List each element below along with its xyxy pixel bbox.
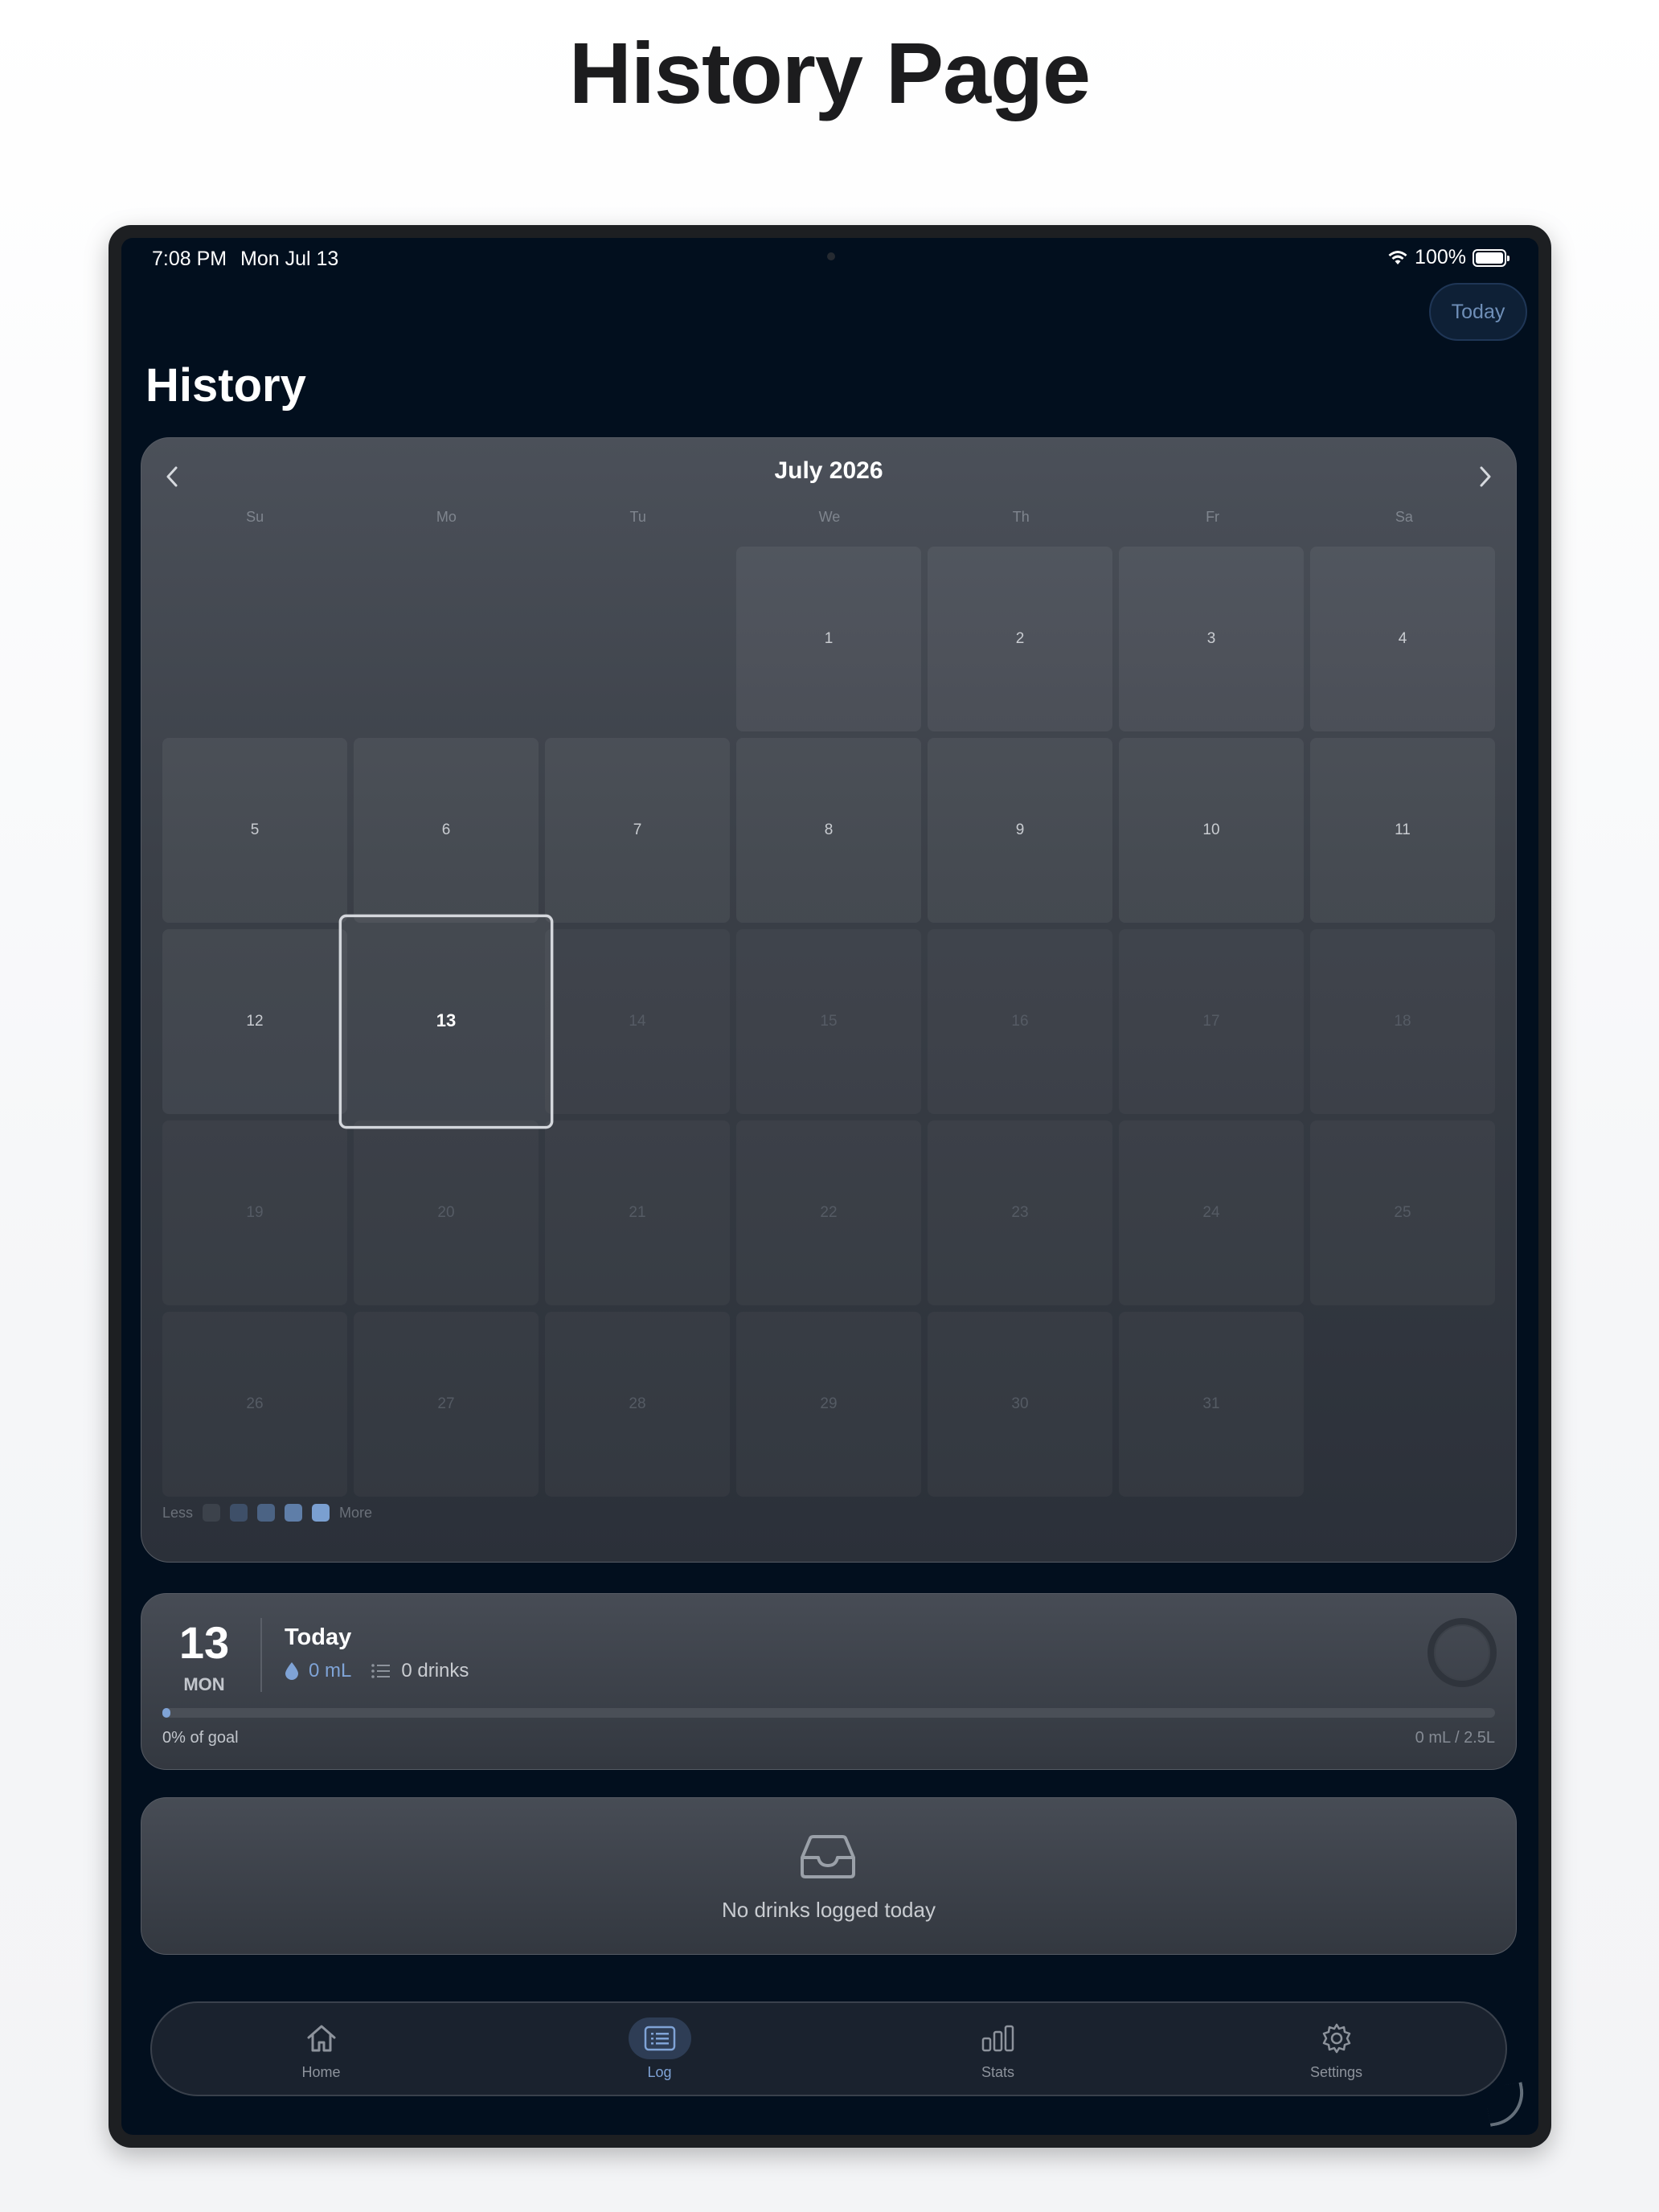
legend-swatch (203, 1504, 221, 1522)
empty-state-message: No drinks logged today (722, 1898, 936, 1922)
weekday-label: Th (1012, 509, 1030, 525)
weekday-label: We (818, 509, 841, 525)
home-icon (290, 2017, 353, 2059)
calendar-day-cell[interactable]: 2 (928, 547, 1112, 731)
day-title: Today (285, 1624, 352, 1650)
calendar-day-cell[interactable]: 22 (736, 1120, 921, 1305)
today-button[interactable]: Today (1429, 283, 1527, 341)
day-drinks: 0 drinks (401, 1660, 469, 1682)
legend-swatch (230, 1504, 248, 1522)
tab-home[interactable]: Home (152, 2003, 490, 2095)
battery-icon (1473, 248, 1509, 267)
calendar-blank-cell (162, 547, 347, 731)
calendar-day-cell[interactable]: 1 (736, 547, 921, 731)
camera-dot (827, 252, 835, 260)
calendar-day-cell[interactable]: 4 (1310, 547, 1495, 731)
calendar-day-cell[interactable]: 10 (1119, 738, 1304, 923)
tab-label: Stats (981, 2063, 1015, 2080)
list-icon (371, 1664, 391, 1678)
calendar-day-cell[interactable]: 11 (1310, 738, 1495, 923)
calendar-month-label: July 2026 (774, 457, 883, 484)
calendar-day-cell[interactable]: 21 (545, 1120, 730, 1305)
water-drop-icon (285, 1662, 298, 1680)
tab-label: Home (301, 2063, 341, 2080)
calendar-day-cell[interactable]: 14 (545, 929, 730, 1114)
list-icon (628, 2017, 691, 2059)
app-screen: 7:08 PM Mon Jul 13 100% Today History Ju… (121, 238, 1538, 2135)
legend-swatch (285, 1504, 303, 1522)
calendar-day-cell[interactable]: 29 (736, 1312, 921, 1497)
wifi-icon (1388, 250, 1407, 264)
tablet-frame: 7:08 PM Mon Jul 13 100% Today History Ju… (109, 225, 1551, 2148)
calendar-day-cell[interactable]: 30 (928, 1312, 1112, 1497)
calendar-day-cell[interactable]: 23 (928, 1120, 1112, 1305)
goal-progress-bar (162, 1708, 1495, 1718)
day-number: 13 (178, 1617, 230, 1668)
day-volume: 0 mL (309, 1660, 352, 1682)
goal-total-text: 0 mL / 2.5L (1415, 1729, 1495, 1747)
calendar-day-cell[interactable]: 8 (736, 738, 921, 923)
goal-percent-text: 0% of goal (162, 1729, 239, 1747)
calendar-day-cell[interactable]: 24 (1119, 1120, 1304, 1305)
legend-less-label: Less (162, 1504, 194, 1521)
calendar-day-cell[interactable]: 5 (162, 738, 347, 923)
weekday-label: Tu (629, 509, 646, 525)
calendar-day-cell[interactable]: 17 (1119, 929, 1304, 1114)
calendar-day-cell[interactable]: 6 (354, 738, 539, 923)
calendar-day-cell[interactable]: 26 (162, 1312, 347, 1497)
legend-more-label: More (339, 1504, 373, 1521)
intensity-legend: Less More (162, 1504, 372, 1522)
resize-handle (1484, 2082, 1529, 2127)
inbox-icon (801, 1835, 855, 1878)
calendar-grid: 1 2 3 4 5 6 7 8 9 10 11 12 13 14 15 16 17 18 19 20 21 22 23 24 2… (162, 547, 1497, 1497)
tab-stats[interactable]: Stats (829, 2003, 1167, 2095)
calendar-day-cell[interactable]: 12 (162, 929, 347, 1114)
weekday-label: Mo (436, 509, 457, 525)
bar-chart-icon (967, 2017, 1030, 2059)
legend-swatch (312, 1504, 330, 1522)
calendar-day-cell[interactable]: 7 (545, 738, 730, 923)
calendar-day-cell[interactable]: 27 (354, 1312, 539, 1497)
calendar-day-cell[interactable]: 31 (1119, 1312, 1304, 1497)
day-summary-card: 13 MON Today 0 mL 0 drinks 0% of goal 0 … (141, 1593, 1517, 1770)
calendar-blank-cell (354, 547, 539, 731)
status-indicators: 100% (1387, 246, 1509, 269)
tab-label: Log (647, 2063, 672, 2080)
empty-state-card: No drinks logged today (141, 1797, 1517, 1955)
calendar-day-cell[interactable]: 20 (354, 1120, 539, 1305)
divider (260, 1618, 262, 1692)
legend-swatch (257, 1504, 276, 1522)
calendar-day-cell[interactable]: 3 (1119, 547, 1304, 731)
weekday-label: Fr (1206, 509, 1220, 525)
calendar-day-cell[interactable]: 19 (162, 1120, 347, 1305)
tab-bar: Home Log Stats Settings (150, 2001, 1507, 2096)
day-stats: 0 mL 0 drinks (285, 1660, 469, 1682)
goal-progress-fill (162, 1708, 170, 1718)
weekday-label: Sa (1395, 509, 1413, 525)
calendar-day-cell[interactable]: 13 (338, 914, 554, 1129)
calendar-day-cell[interactable]: 15 (736, 929, 921, 1114)
calendar-day-cell[interactable]: 18 (1310, 929, 1495, 1114)
status-time: 7:08 PM (152, 248, 227, 270)
status-date: Mon Jul 13 (240, 248, 339, 270)
weekday-header: Su Mo Tu We Th Fr Sa (162, 509, 1497, 526)
calendar-blank-cell (545, 547, 730, 731)
tab-settings[interactable]: Settings (1167, 2003, 1505, 2095)
page-title: History (145, 359, 306, 412)
calendar-day-cell[interactable]: 16 (928, 929, 1112, 1114)
tab-label: Settings (1309, 2063, 1363, 2080)
battery-percent: 100% (1415, 246, 1466, 268)
tab-log[interactable]: Log (490, 2003, 829, 2095)
day-weekday: MON (183, 1674, 225, 1694)
calendar-card: July 2026 Su Mo Tu We Th Fr Sa 1 2 3 4 5 6 7 8 9 10 11 12… (141, 437, 1517, 1563)
weekday-label: Su (246, 509, 264, 525)
calendar-day-cell[interactable]: 28 (545, 1312, 730, 1497)
progress-ring (1428, 1618, 1497, 1687)
calendar-day-cell[interactable]: 25 (1310, 1120, 1495, 1305)
chevron-right-icon[interactable] (1469, 461, 1501, 493)
gear-icon (1305, 2017, 1368, 2059)
calendar-day-cell[interactable]: 9 (928, 738, 1112, 923)
page-heading: History Page (568, 24, 1091, 121)
